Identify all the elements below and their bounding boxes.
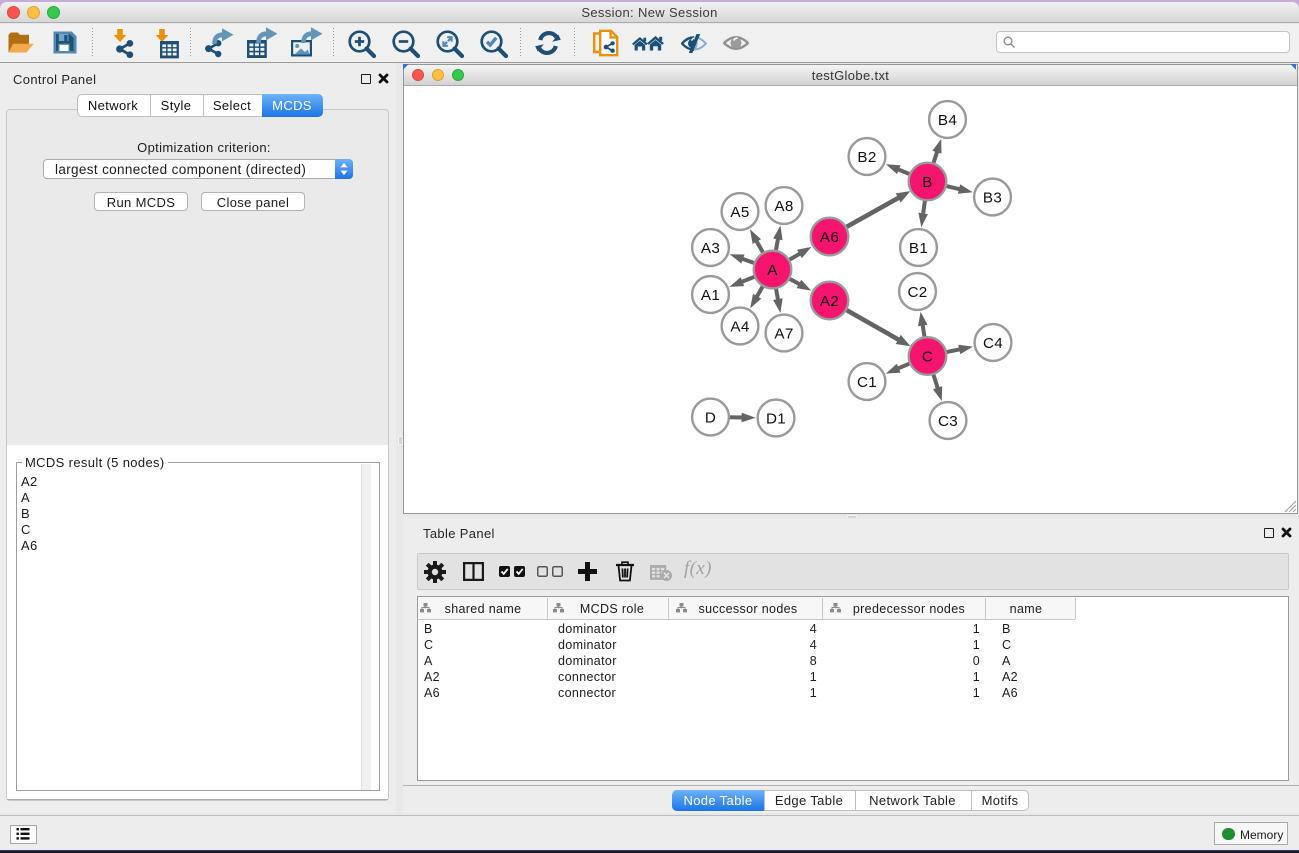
svg-text:C2: C2 <box>907 284 927 301</box>
svg-text:B2: B2 <box>857 149 876 166</box>
svg-text:B3: B3 <box>983 189 1002 206</box>
svg-text:A8: A8 <box>774 198 793 215</box>
svg-text:A6: A6 <box>820 229 839 246</box>
svg-text:B1: B1 <box>909 240 928 257</box>
svg-text:A3: A3 <box>701 240 720 257</box>
svg-text:A2: A2 <box>820 293 839 310</box>
svg-text:D1: D1 <box>766 410 786 427</box>
svg-text:C1: C1 <box>857 374 877 391</box>
svg-text:A1: A1 <box>701 287 720 304</box>
svg-text:B: B <box>922 174 932 191</box>
svg-text:A4: A4 <box>730 318 749 335</box>
svg-text:D: D <box>705 409 716 426</box>
svg-text:A7: A7 <box>774 325 793 342</box>
svg-text:A: A <box>767 262 778 279</box>
svg-text:C3: C3 <box>938 413 958 430</box>
svg-text:C4: C4 <box>983 335 1003 352</box>
svg-text:C: C <box>922 348 933 365</box>
svg-text:B4: B4 <box>938 112 957 129</box>
svg-text:A5: A5 <box>730 204 749 221</box>
